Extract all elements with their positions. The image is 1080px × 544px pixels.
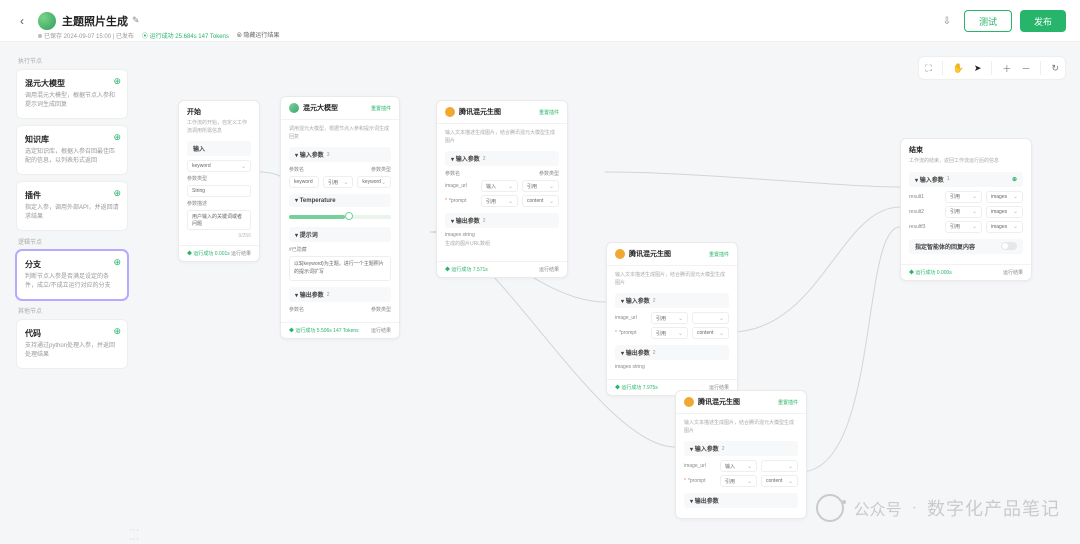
add-param-icon[interactable]: ⊕: [1012, 176, 1017, 183]
temperature-slider[interactable]: [289, 215, 391, 219]
node-title: 开始: [187, 107, 251, 117]
zoom-out-icon[interactable]: －: [1021, 62, 1030, 75]
palette-item-kb[interactable]: ⊕ 知识库 选定知识库，根据入参召回最佳匹配的信息，以列表形式返回: [16, 125, 128, 175]
back-button[interactable]: ‹: [14, 13, 30, 29]
view-result-link[interactable]: 运行结果: [539, 266, 559, 273]
section-input: 输入: [187, 141, 251, 156]
palette-item-code[interactable]: ⊕ 代码 支持通过python处理入参，并返回处理结果: [16, 319, 128, 369]
saved-text: 已保存 2024-09-07 15:00 | 已发布: [44, 34, 134, 40]
reset-link[interactable]: 重置插件: [539, 109, 559, 116]
workflow-subinfo: 已保存 2024-09-07 15:00 | 已发布 ⦿ 运行成功 25.684…: [38, 30, 279, 40]
field-type[interactable]: String: [187, 185, 251, 197]
publish-button[interactable]: 发布: [1020, 10, 1066, 32]
edit-title-icon[interactable]: ✎: [132, 15, 140, 26]
add-icon[interactable]: ⊕: [113, 76, 121, 87]
view-result-link[interactable]: 运行结果: [1003, 269, 1023, 276]
field-name[interactable]: keyword: [187, 160, 251, 172]
imagegen-icon: [684, 397, 694, 407]
run-status: ⦿ 运行成功 25.684s 147 Tokens: [142, 31, 229, 40]
add-icon[interactable]: ⊕: [113, 188, 121, 199]
prompt-textarea[interactable]: 以${keyword}为主题，进行一个主题照片的提示词扩写: [289, 256, 391, 281]
node-llm[interactable]: 混元大模型重置插件 调用混元大模型，根据节点入参和提示词生成回复 ▾ 输入参数3…: [280, 96, 400, 339]
palette-section: 其他节点: [18, 306, 128, 315]
workflow-canvas[interactable]: 开始 工作流的开始，自定义工作流调用所需信息 输入 keyword 参数类型 S…: [140, 42, 1080, 544]
palette-item-llm[interactable]: ⊕ 混元大模型 调用混元大模型，根据节点入参和提示词生成回复: [16, 69, 128, 119]
node-imagegen-1[interactable]: 腾讯混元生图重置插件 输入文本描述生成图片，结合腾讯混元大模型生成图片 ▾ 输入…: [436, 100, 568, 278]
imagegen-icon: [615, 249, 625, 259]
workflow-title: 主题照片生成: [62, 13, 128, 29]
llm-icon: [289, 103, 299, 113]
pointer-tool-icon[interactable]: ➤: [974, 63, 982, 74]
fit-screen-icon[interactable]: ⛶: [925, 63, 931, 74]
node-palette: 执行节点 ⊕ 混元大模型 调用混元大模型，根据节点入参和提示词生成回复 ⊕ 知识…: [16, 52, 128, 375]
reset-link[interactable]: 重置插件: [778, 399, 798, 406]
test-button[interactable]: 测试: [964, 10, 1012, 32]
view-result-link[interactable]: 运行结果: [231, 250, 251, 257]
zoom-in-icon[interactable]: ＋: [1002, 62, 1011, 75]
add-icon[interactable]: ⊕: [113, 132, 121, 143]
field-desc[interactable]: 用户输入的关键词或者问题: [187, 210, 251, 230]
canvas-toolbar: ⛶ ✋ ➤ ＋ － ↻: [918, 56, 1066, 80]
top-right-actions: ⇩ 测试 发布: [938, 10, 1066, 32]
hand-tool-icon[interactable]: ✋: [953, 63, 964, 74]
reply-toggle[interactable]: [1001, 242, 1017, 250]
export-icon[interactable]: ⇩: [938, 12, 956, 30]
imagegen-icon: [445, 107, 455, 117]
resize-handle-icon[interactable]: ⋮⋮: [129, 526, 140, 544]
reset-link[interactable]: 重置插件: [371, 105, 391, 112]
workflow-icon: [38, 12, 56, 30]
palette-section: 执行节点: [18, 56, 128, 65]
reset-link[interactable]: 重置插件: [709, 251, 729, 258]
view-result-link[interactable]: 运行结果: [371, 327, 391, 334]
palette-section: 逻辑节点: [18, 237, 128, 246]
palette-item-plugin[interactable]: ⊕ 插件 指定入参，调用外部API，并返回请求结果: [16, 181, 128, 231]
node-imagegen-2[interactable]: 腾讯混元生图重置插件 输入文本描述生成图片，结合腾讯混元大模型生成图片 ▾ 输入…: [606, 242, 738, 396]
add-icon[interactable]: ⊕: [113, 326, 121, 337]
history-icon[interactable]: ↻: [1051, 63, 1059, 74]
node-end[interactable]: 结束 工作流的结束，返回工作流运行后的信息 ▾ 输入参数1⊕ result1引用…: [900, 138, 1032, 281]
node-start[interactable]: 开始 工作流的开始，自定义工作流调用所需信息 输入 keyword 参数类型 S…: [178, 100, 260, 262]
node-imagegen-3[interactable]: 腾讯混元生图重置插件 输入文本描述生成图片，结合腾讯混元大模型生成图片 ▾ 输入…: [675, 390, 807, 519]
add-icon[interactable]: ⊕: [113, 257, 121, 268]
palette-item-branch[interactable]: ⊕ 分支 判断节点入参是否满足设定的条件，成立/不成立运行对应的分支: [16, 250, 128, 300]
hide-results-link[interactable]: ⦾ 隐藏运行结果: [237, 30, 279, 40]
